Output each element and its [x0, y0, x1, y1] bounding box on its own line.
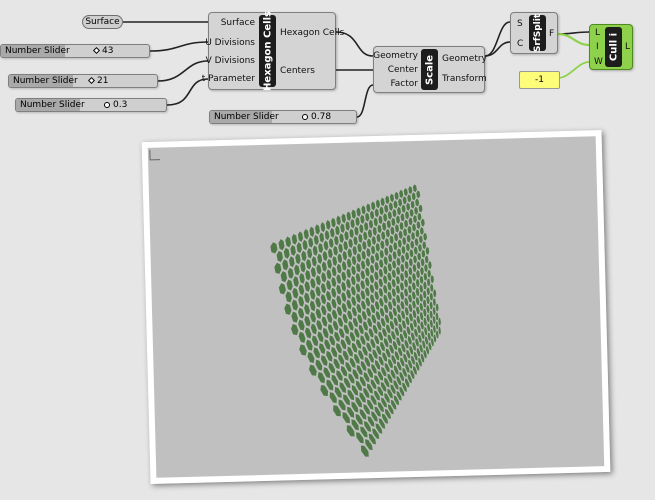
input-l[interactable]: L	[595, 28, 600, 38]
slider-label: Number Slider	[1, 45, 70, 57]
slider-value-text: 0.3	[113, 100, 128, 110]
slider-value[interactable]: 0.3	[104, 99, 127, 111]
component-title: Hexagon Cells	[262, 11, 273, 91]
slider-value-text: 0.78	[311, 112, 332, 122]
input-c[interactable]: C	[517, 39, 523, 49]
slider-knob-icon[interactable]	[302, 113, 308, 120]
output-f[interactable]: F	[549, 29, 554, 39]
hexagon-cells-component[interactable]: Surface U Divisions V Divisions t Parame…	[202, 11, 345, 91]
slider-t-parameter[interactable]: Number Slider 0.3	[15, 98, 167, 112]
slider-value-text: 21	[97, 76, 109, 86]
component-title: Cull i	[608, 32, 619, 62]
input-t-parameter[interactable]: t Parameter	[202, 74, 255, 84]
component-title-band: Cull i	[605, 27, 622, 67]
input-geometry[interactable]: Geometry	[373, 51, 418, 61]
output-geometry[interactable]: Geometry	[442, 54, 487, 64]
slider-label: Number Slider	[9, 75, 78, 87]
slider-u-divisions[interactable]: Number Slider 43	[0, 44, 150, 58]
slider-knob-icon[interactable]	[104, 101, 110, 108]
slider-v-divisions[interactable]: Number Slider 21	[8, 74, 158, 88]
input-w[interactable]: W	[594, 57, 603, 67]
component-title-band: SrfSplit	[529, 13, 546, 53]
slider-value[interactable]: 21	[87, 75, 109, 87]
slider-label: Number Slider	[16, 99, 85, 111]
input-factor[interactable]: Factor	[390, 79, 418, 89]
output-hexagon-cells[interactable]: Hexagon Cells	[280, 28, 344, 38]
input-center[interactable]: Center	[388, 65, 418, 75]
input-v-divisions[interactable]: V Divisions	[206, 56, 255, 66]
output-l[interactable]: L	[625, 42, 630, 52]
component-title: SrfSplit	[532, 13, 543, 53]
slider-label: Number Slider	[210, 111, 279, 123]
slider-knob-icon[interactable]	[87, 76, 96, 85]
input-surface[interactable]: Surface	[221, 18, 255, 28]
srfsplit-component[interactable]: S C SrfSplit F	[510, 12, 558, 54]
index-panel[interactable]: -1	[519, 71, 560, 89]
cull-index-component[interactable]: L I W Cull i L	[589, 24, 633, 70]
hexagon-mesh	[268, 182, 443, 461]
component-title-band: Hexagon Cells	[259, 11, 276, 91]
output-centers[interactable]: Centers	[280, 66, 315, 76]
input-i[interactable]: I	[596, 42, 599, 52]
axis-gizmo-icon	[149, 149, 161, 161]
component-title-band: Scale	[421, 49, 438, 90]
component-title: Scale	[424, 54, 435, 85]
slider-knob-icon[interactable]	[92, 46, 101, 55]
grasshopper-canvas[interactable]: Surface Number Slider 43 Number Slider 2…	[0, 0, 655, 500]
output-transform[interactable]: Transform	[442, 74, 487, 84]
slider-value-text: 43	[102, 46, 114, 56]
slider-value[interactable]: 0.78	[302, 111, 331, 123]
input-u-divisions[interactable]: U Divisions	[205, 38, 255, 48]
surface-param[interactable]: Surface	[82, 15, 123, 29]
slider-value[interactable]: 43	[92, 45, 114, 57]
slider-scale-factor[interactable]: Number Slider 0.78	[209, 110, 357, 124]
scale-component[interactable]: Geometry Center Factor Scale Geometry Tr…	[373, 46, 487, 93]
rhino-viewport[interactable]	[141, 130, 611, 484]
input-s[interactable]: S	[517, 19, 523, 29]
